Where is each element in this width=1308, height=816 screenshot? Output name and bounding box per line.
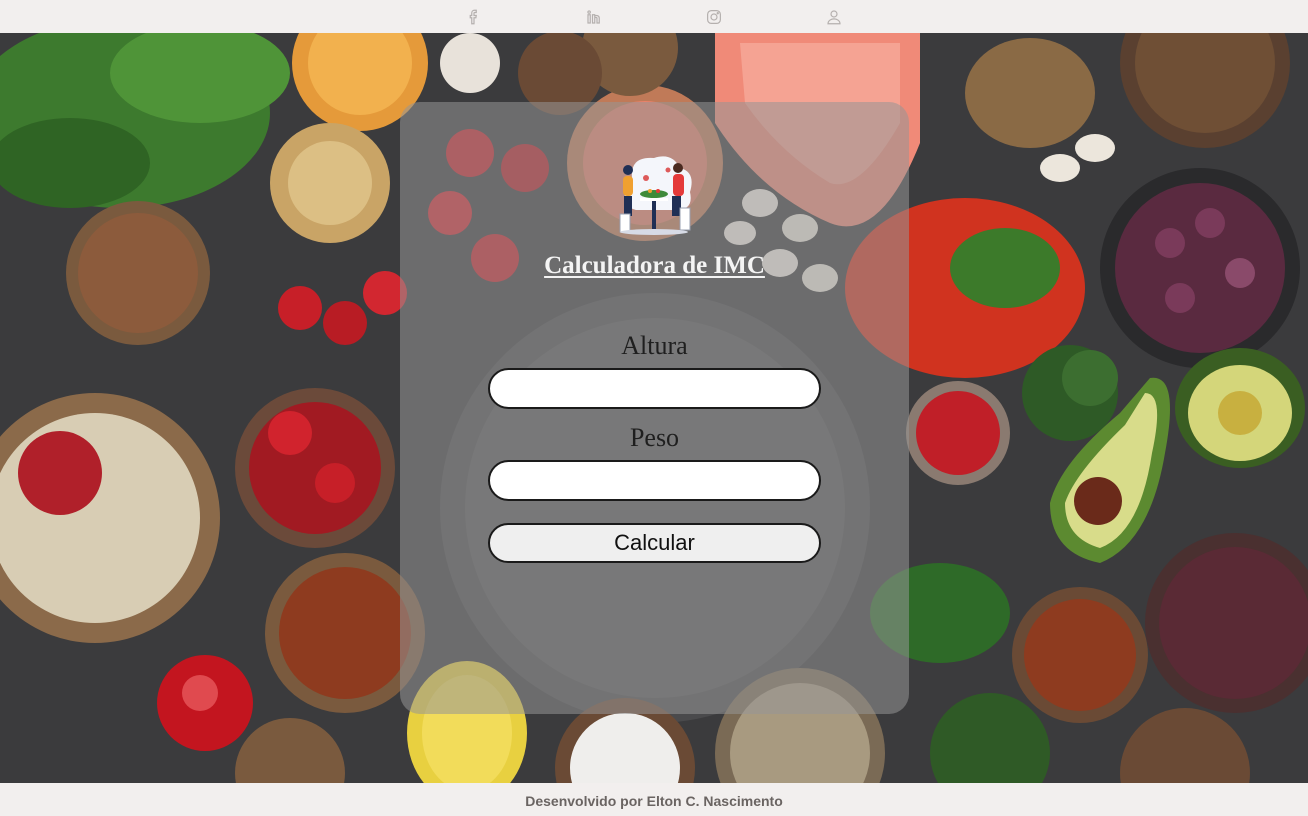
page-title: Calculadora de IMC (544, 252, 765, 279)
facebook-icon[interactable] (464, 7, 484, 27)
user-icon[interactable] (824, 7, 844, 27)
footer: Desenvolvido por Elton C. Nascimento (0, 783, 1308, 816)
top-bar (0, 0, 1308, 33)
footer-credit: Desenvolvido por Elton C. Nascimento (525, 793, 783, 809)
height-input[interactable] (488, 368, 821, 409)
weight-label: Peso (629, 423, 680, 452)
weight-input[interactable] (488, 460, 821, 501)
height-label: Altura (621, 331, 688, 360)
instagram-icon[interactable] (704, 7, 724, 27)
linkedin-icon[interactable] (584, 7, 604, 27)
calculate-button[interactable]: Calcular (488, 523, 821, 563)
bmi-calculator-card: Calculadora de IMC Altura Peso Calcular (400, 102, 909, 714)
couple-dining-logo (610, 148, 698, 238)
